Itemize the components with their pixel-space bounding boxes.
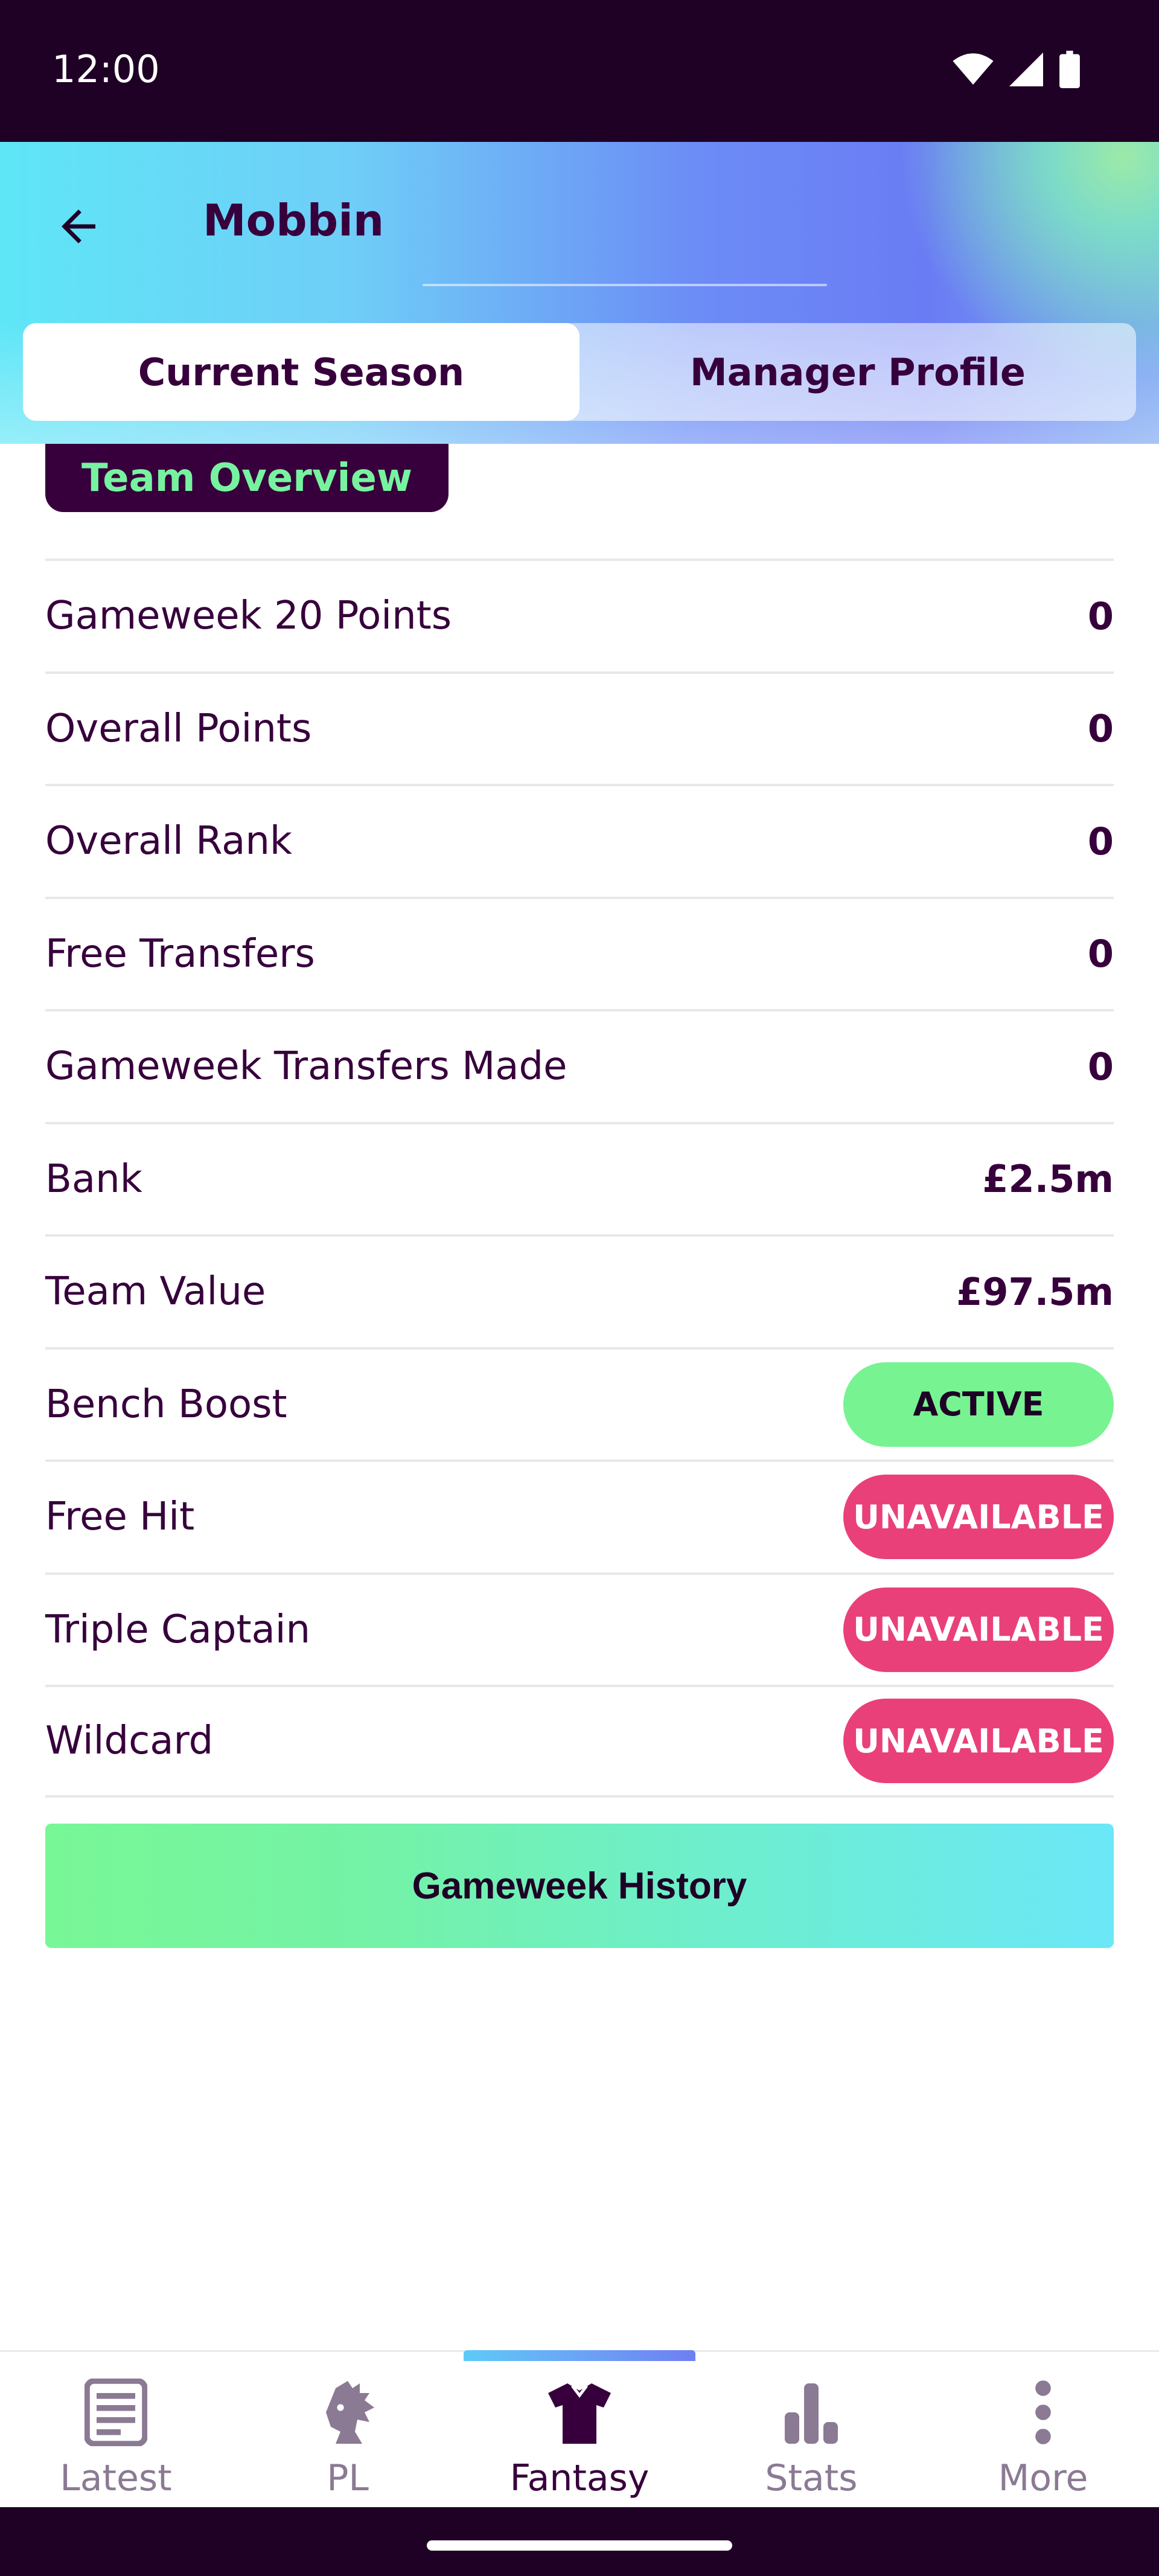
- status-time: 12:00: [52, 47, 160, 91]
- nav-label: PL: [327, 2457, 369, 2499]
- stat-value: 0: [1087, 706, 1114, 751]
- wifi-icon: [953, 53, 994, 85]
- chip-status-badge[interactable]: ACTIVE: [843, 1362, 1114, 1447]
- gameweek-history-button[interactable]: Gameweek History: [45, 1824, 1114, 1948]
- stat-label: Team Value: [45, 1269, 266, 1315]
- stat-row-team-value: Team Value £97.5m: [45, 1234, 1114, 1347]
- header-divider: [423, 284, 827, 286]
- battery-icon: [1059, 51, 1080, 88]
- stat-label: Overall Points: [45, 706, 312, 751]
- bar-chart-icon: [775, 2376, 848, 2449]
- chip-label: Wildcard: [45, 1719, 214, 1764]
- stat-label: Free Transfers: [45, 931, 315, 976]
- more-vertical-icon: [1007, 2376, 1079, 2449]
- nav-item-more[interactable]: More: [927, 2352, 1159, 2507]
- bottom-navigation: Latest PL Fantasy Stats More: [0, 2350, 1159, 2507]
- tab-current-season[interactable]: Current Season: [23, 323, 580, 421]
- back-button[interactable]: [42, 190, 115, 263]
- stat-label: Overall Rank: [45, 819, 292, 864]
- chip-status-badge[interactable]: UNAVAILABLE: [843, 1475, 1114, 1560]
- chip-row-triple-captain: Triple Captain UNAVAILABLE: [45, 1572, 1114, 1685]
- stat-row-transfers-made: Gameweek Transfers Made 0: [45, 1009, 1114, 1122]
- chip-row-free-hit: Free Hit UNAVAILABLE: [45, 1459, 1114, 1572]
- stat-label: Gameweek Transfers Made: [45, 1044, 567, 1089]
- status-bar: 12:00: [0, 0, 1159, 142]
- status-icons: [953, 51, 1081, 88]
- news-icon: [80, 2376, 152, 2449]
- nav-item-latest[interactable]: Latest: [0, 2352, 232, 2507]
- nav-item-fantasy[interactable]: Fantasy: [464, 2350, 695, 2507]
- chip-status-badge[interactable]: UNAVAILABLE: [843, 1699, 1114, 1784]
- section-title-team-overview: Team Overview: [45, 444, 449, 512]
- chip-row-wildcard: Wildcard UNAVAILABLE: [45, 1685, 1114, 1798]
- stat-row-bank: Bank £2.5m: [45, 1121, 1114, 1235]
- stat-label: Gameweek 20 Points: [45, 594, 452, 639]
- nav-label: Stats: [765, 2457, 858, 2499]
- chip-status-badge[interactable]: UNAVAILABLE: [843, 1587, 1114, 1672]
- season-tabs: Current Season Manager Profile: [23, 323, 1136, 421]
- chip-label: Triple Captain: [45, 1607, 311, 1652]
- stat-value: 0: [1087, 594, 1114, 638]
- shirt-icon: [543, 2376, 616, 2449]
- nav-label: More: [998, 2457, 1088, 2499]
- nav-item-stats[interactable]: Stats: [695, 2352, 927, 2507]
- page-title: Mobbin: [203, 195, 385, 246]
- chip-row-bench-boost: Bench Boost ACTIVE: [45, 1347, 1114, 1460]
- stat-value: 0: [1087, 932, 1114, 976]
- stat-row-overall-rank: Overall Rank 0: [45, 784, 1114, 897]
- stat-label: Bank: [45, 1156, 142, 1202]
- stat-row-free-transfers: Free Transfers 0: [45, 896, 1114, 1010]
- system-gesture-bar: [0, 2507, 1159, 2576]
- nav-label: Latest: [60, 2457, 172, 2499]
- signal-icon: [1009, 53, 1043, 86]
- stat-value: £97.5m: [956, 1269, 1114, 1314]
- nav-label: Fantasy: [509, 2457, 650, 2499]
- lion-icon: [311, 2376, 384, 2449]
- stat-value: 0: [1087, 819, 1114, 863]
- stat-row-overall-points: Overall Points 0: [45, 671, 1114, 784]
- stat-value: 0: [1087, 1044, 1114, 1089]
- nav-item-pl[interactable]: PL: [232, 2352, 464, 2507]
- chip-label: Bench Boost: [45, 1382, 287, 1427]
- home-gesture-handle[interactable]: [427, 2540, 732, 2551]
- tab-manager-profile[interactable]: Manager Profile: [580, 323, 1136, 421]
- team-overview-list: Gameweek 20 Points 0 Overall Points 0 Ov…: [45, 559, 1114, 1798]
- active-tab-indicator: [464, 2350, 695, 2361]
- stat-value: £2.5m: [982, 1157, 1114, 1202]
- stat-row-gameweek-points: Gameweek 20 Points 0: [45, 559, 1114, 671]
- chip-label: Free Hit: [45, 1495, 195, 1540]
- arrow-left-icon: [62, 210, 95, 243]
